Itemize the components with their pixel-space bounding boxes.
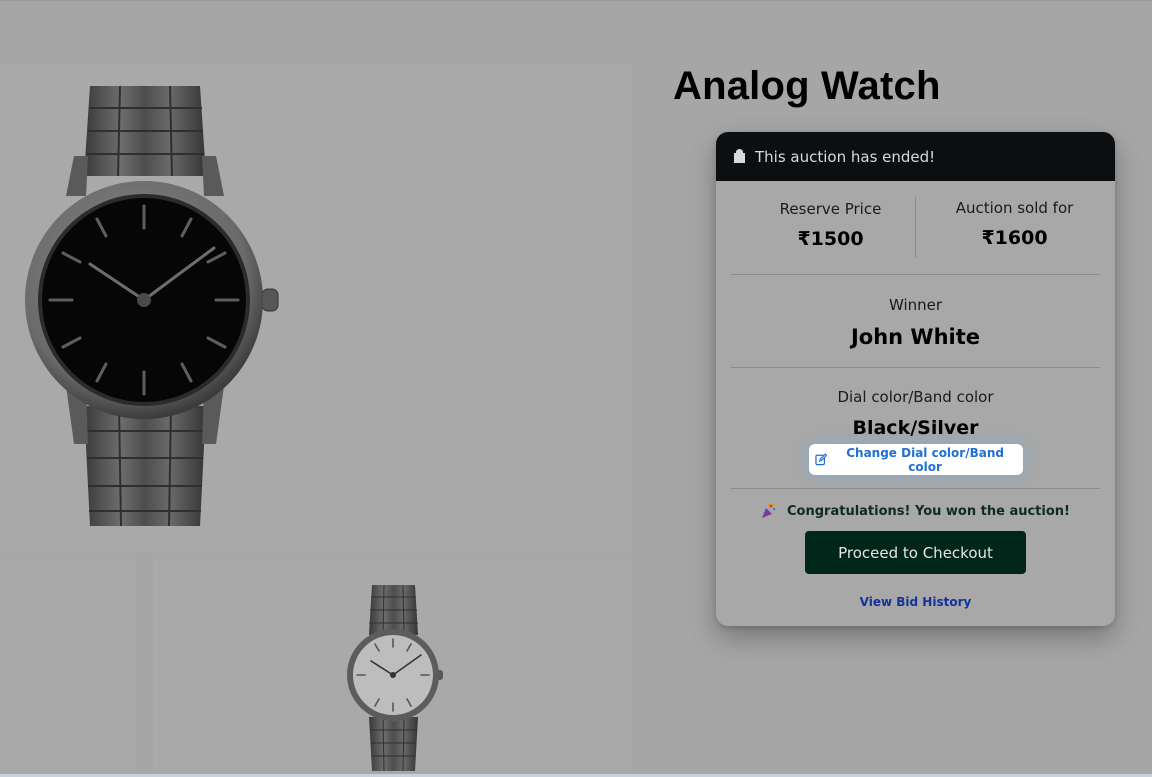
divider (731, 488, 1100, 489)
thumbnail-1[interactable] (0, 559, 136, 777)
congrats-message: Congratulations! You won the auction! (716, 503, 1115, 519)
reserve-price-label: Reserve Price (779, 200, 882, 218)
price-row: Reserve Price ₹1500 Auction sold for ₹16… (716, 181, 1115, 274)
shopping-bag-icon (734, 149, 745, 163)
color-value: Black/Silver (852, 417, 979, 439)
sold-price-value: ₹1600 (981, 227, 1048, 249)
watch-small-image (347, 585, 443, 772)
winner-label: Winner (888, 296, 943, 314)
color-section: Dial color/Band color Black/Silver Chang… (716, 368, 1115, 488)
party-popper-icon (762, 503, 776, 518)
winner-section: Winner John White (716, 275, 1115, 367)
winner-name: John White (850, 325, 981, 349)
sold-price: Auction sold for ₹1600 (915, 199, 1114, 249)
product-title: Analog Watch (673, 64, 941, 108)
thumbnail-2[interactable] (153, 559, 632, 777)
color-label: Dial color/Band color (837, 388, 994, 406)
auction-status-text: This auction has ended! (755, 147, 936, 166)
checkout-button[interactable]: Proceed to Checkout (805, 531, 1026, 574)
change-color-button[interactable]: Change Dial color/Band color (809, 444, 1023, 475)
main-product-image (0, 64, 632, 551)
auction-status-header: This auction has ended! (716, 132, 1115, 181)
edit-icon (815, 453, 828, 466)
watch-large-image (25, 86, 279, 527)
auction-card: This auction has ended! Reserve Price ₹1… (716, 132, 1115, 626)
sold-price-label: Auction sold for (955, 199, 1074, 217)
reserve-price: Reserve Price ₹1500 (731, 200, 930, 250)
change-color-label: Change Dial color/Band color (846, 445, 1004, 474)
bid-history-link[interactable]: View Bid History (716, 595, 1115, 609)
reserve-price-value: ₹1500 (797, 228, 864, 250)
congrats-text: Congratulations! You won the auction! (787, 503, 1070, 519)
top-border (0, 0, 1152, 1)
